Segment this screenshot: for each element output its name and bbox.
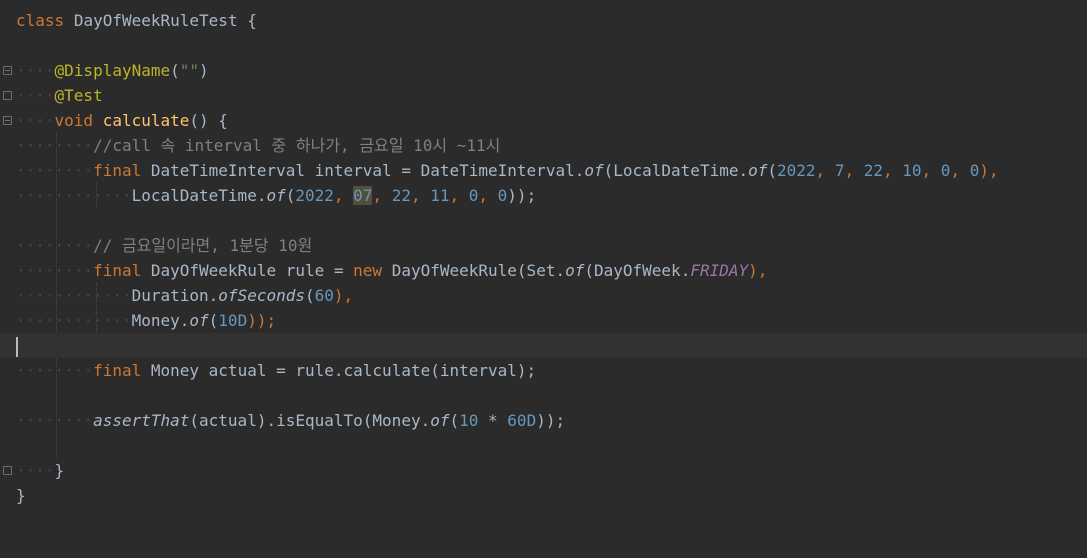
method-name: calculate <box>102 111 190 130</box>
code-text: ), <box>333 286 354 305</box>
number-literal: 22 <box>391 186 411 205</box>
number-literal: 60D <box>507 411 537 430</box>
current-line-highlight[interactable] <box>0 333 1087 358</box>
static-method: of <box>584 161 604 180</box>
code-text: (LocalDateTime. <box>603 161 749 180</box>
code-text: DayOfWeekRule rule = <box>141 261 354 280</box>
code-line[interactable]: ····@Test <box>0 83 1087 108</box>
static-method: assertThat <box>93 411 190 430</box>
code-text: (DayOfWeek. <box>584 261 691 280</box>
code-text: )); <box>247 311 277 330</box>
code-line[interactable]: ····@DisplayName("") <box>0 58 1087 83</box>
code-line[interactable]: ········final Money actual = rule.calcul… <box>0 358 1087 383</box>
code-text: ), <box>748 261 768 280</box>
code-text: Duration. <box>131 286 219 305</box>
static-method: of <box>189 311 209 330</box>
class-name: DayOfWeekRuleTest <box>73 11 238 30</box>
brace: { <box>247 11 257 30</box>
comma: , <box>333 186 354 205</box>
number-literal: 0 <box>468 186 479 205</box>
comma: , <box>844 161 864 180</box>
number-literal: 10 <box>459 411 479 430</box>
comma: , <box>921 161 941 180</box>
code-line[interactable]: ············LocalDateTime.of(2022, 07, 2… <box>0 183 1087 208</box>
code-line[interactable]: ····} <box>0 458 1087 483</box>
number-literal: 0 <box>969 161 980 180</box>
number-literal: 0 <box>940 161 951 180</box>
code-text: () { <box>189 111 228 130</box>
keyword: new <box>353 261 383 280</box>
comma: , <box>410 186 431 205</box>
keyword: final <box>93 261 142 280</box>
comment: // 금요일이라면, 1분당 10원 <box>93 236 313 255</box>
comma: , <box>882 161 903 180</box>
string-literal: "" <box>179 61 200 80</box>
number-literal: 10D <box>218 311 248 330</box>
text-caret <box>16 337 18 357</box>
code-text: ), <box>979 161 999 180</box>
comment: //call 속 interval 중 하나가, 금요일 10시 ~11시 <box>93 136 501 155</box>
code-text: DateTimeInterval interval = DateTimeInte… <box>141 161 585 180</box>
code-line[interactable]: class DayOfWeekRuleTest { <box>0 8 1087 33</box>
number-literal: 7 <box>834 161 845 180</box>
keyword: final <box>93 161 142 180</box>
number-literal: 2022 <box>777 161 816 180</box>
keyword: class <box>16 11 65 30</box>
number-literal: 10 <box>902 161 922 180</box>
comma: , <box>449 186 469 205</box>
code-text: * <box>478 411 508 430</box>
code-text: Money. <box>131 311 190 330</box>
keyword: final <box>93 361 142 380</box>
code-text: ( <box>208 311 219 330</box>
code-line[interactable]: } <box>0 483 1087 508</box>
enum-constant: FRIDAY <box>690 261 749 280</box>
highlighted-number-literal: 07 <box>353 186 373 205</box>
code-text: ( <box>285 186 296 205</box>
number-literal: 60 <box>314 286 334 305</box>
brace: } <box>16 486 26 505</box>
static-method: of <box>266 186 286 205</box>
number-literal: 11 <box>430 186 450 205</box>
code-line[interactable]: ········// 금요일이라면, 1분당 10원 <box>0 233 1087 258</box>
code-text: LocalDateTime. <box>131 186 267 205</box>
code-text: ( <box>449 411 460 430</box>
code-text: Money actual = rule.calculate(interval); <box>141 361 537 380</box>
static-method: ofSeconds <box>218 286 305 305</box>
code-text: ( <box>305 286 315 305</box>
brace: } <box>54 461 65 480</box>
code-line[interactable]: ············Money.of(10D)); <box>0 308 1087 333</box>
annotation: @DisplayName <box>54 61 171 80</box>
code-line[interactable]: ········final DateTimeInterval interval … <box>0 158 1087 183</box>
paren: ( <box>170 61 180 80</box>
number-literal: 22 <box>863 161 883 180</box>
code-line[interactable]: ····void calculate() { <box>0 108 1087 133</box>
code-line[interactable]: ············Duration.ofSeconds(60), <box>0 283 1087 308</box>
code-text: )); <box>507 186 537 205</box>
comma: , <box>815 161 835 180</box>
code-line[interactable]: ········final DayOfWeekRule rule = new D… <box>0 258 1087 283</box>
static-method: of <box>565 261 585 280</box>
annotation: @Test <box>54 86 103 105</box>
comma: , <box>950 161 970 180</box>
comma: , <box>478 186 498 205</box>
code-text: DayOfWeekRule(Set. <box>382 261 566 280</box>
code-text: ( <box>767 161 778 180</box>
comma: , <box>372 186 392 205</box>
code-editor[interactable]: class DayOfWeekRuleTest { ····@DisplayNa… <box>0 0 1087 523</box>
code-text: )); <box>536 411 566 430</box>
code-line[interactable]: ········//call 속 interval 중 하나가, 금요일 10시… <box>0 133 1087 158</box>
static-method: of <box>430 411 450 430</box>
number-literal: 0 <box>497 186 508 205</box>
static-method: of <box>748 161 768 180</box>
paren: ) <box>199 61 209 80</box>
keyword: void <box>54 111 94 130</box>
code-line[interactable]: ········assertThat(actual).isEqualTo(Mon… <box>0 408 1087 433</box>
code-text: (actual).isEqualTo(Money. <box>189 411 431 430</box>
number-literal: 2022 <box>295 186 334 205</box>
